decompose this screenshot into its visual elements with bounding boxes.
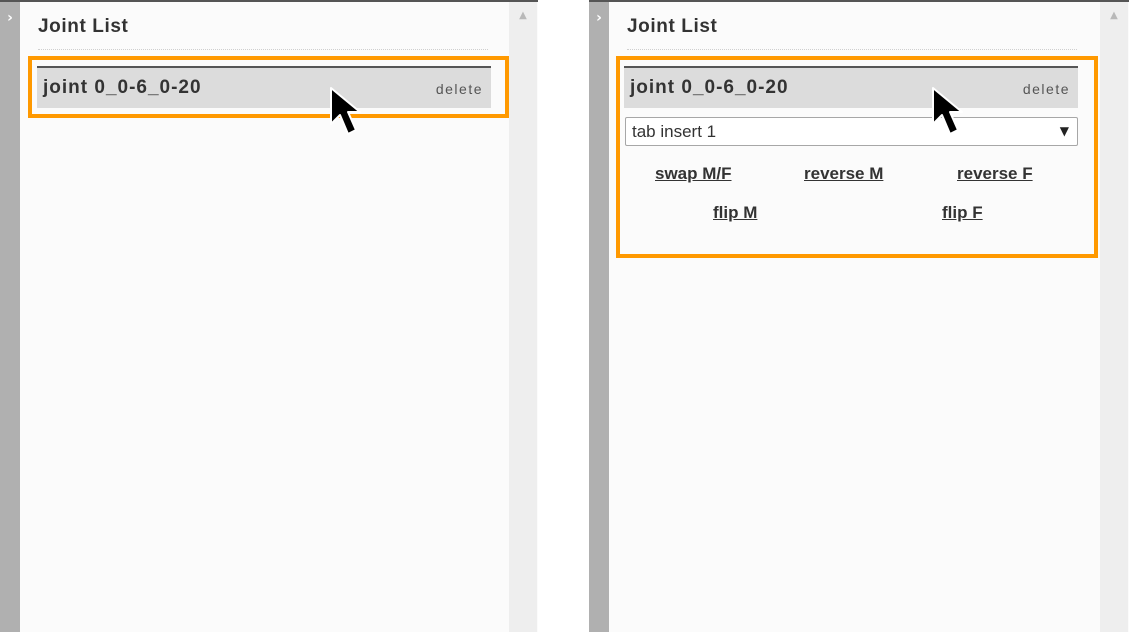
- mouse-pointer-icon: [330, 87, 361, 135]
- joint-name: joint 0_0-6_0-20: [43, 77, 202, 98]
- reverse-f-link[interactable]: reverse F: [957, 164, 1033, 184]
- title-divider: [627, 49, 1077, 50]
- joint-list-panel-expanded: › Joint List joint 0_0-6_0-20 delete tab…: [589, 0, 1129, 632]
- delete-link[interactable]: delete: [1023, 81, 1070, 97]
- caret-down-icon: ▼: [1059, 124, 1069, 138]
- reverse-m-link[interactable]: reverse M: [804, 164, 883, 184]
- panel-title: Joint List: [38, 16, 129, 37]
- joint-row[interactable]: joint 0_0-6_0-20 delete: [624, 66, 1078, 108]
- side-strip: ›: [589, 2, 609, 632]
- side-strip: ›: [0, 2, 20, 632]
- flip-f-link[interactable]: flip F: [942, 203, 983, 223]
- panel-content: Joint List joint 0_0-6_0-20 delete tab i…: [609, 2, 1100, 632]
- scroll-up-arrow-icon[interactable]: ▲: [1100, 10, 1128, 22]
- joint-name: joint 0_0-6_0-20: [630, 77, 789, 98]
- scrollbar[interactable]: ▲: [509, 2, 537, 632]
- scroll-up-arrow-icon[interactable]: ▲: [509, 10, 537, 22]
- scrollbar[interactable]: ▲: [1100, 2, 1128, 632]
- tab-select-value: tab insert 1: [632, 122, 717, 141]
- chevron-right-icon[interactable]: ›: [589, 10, 609, 26]
- flip-m-link[interactable]: flip M: [713, 203, 757, 223]
- panel-title: Joint List: [627, 16, 718, 37]
- tab-type-select[interactable]: tab insert 1 ▼: [625, 117, 1078, 146]
- title-divider: [38, 49, 488, 50]
- joint-list-panel-collapsed: › Joint List joint 0_0-6_0-20 delete ▲: [0, 0, 538, 632]
- mouse-pointer-icon: [932, 87, 963, 135]
- delete-link[interactable]: delete: [436, 81, 483, 97]
- panel-content: Joint List joint 0_0-6_0-20 delete: [20, 2, 509, 632]
- joint-row[interactable]: joint 0_0-6_0-20 delete: [37, 66, 491, 108]
- chevron-right-icon[interactable]: ›: [0, 10, 20, 26]
- swap-mf-link[interactable]: swap M/F: [655, 164, 732, 184]
